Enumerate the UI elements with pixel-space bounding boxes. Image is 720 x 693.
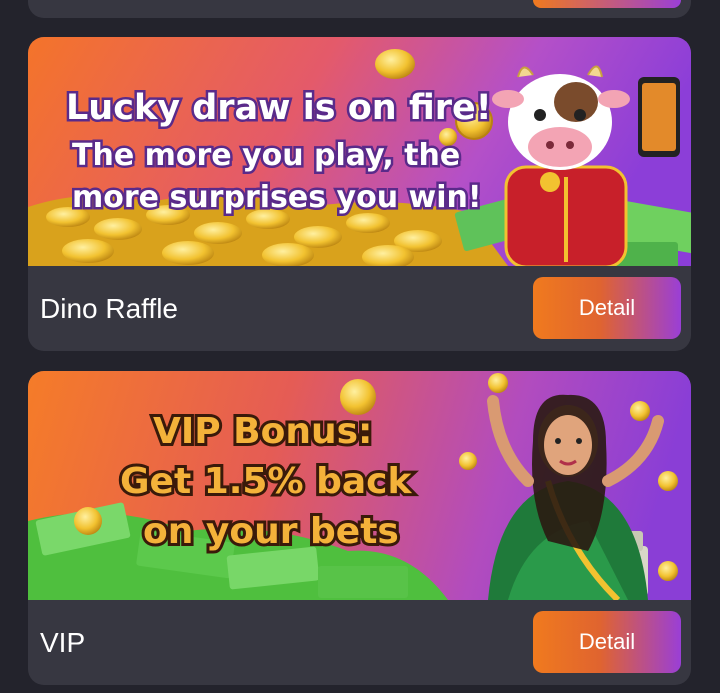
- banner-headline: VIP Bonus:: [153, 411, 372, 452]
- banner-subline-2: more surprises you win!: [72, 180, 482, 215]
- banner-subline-1: The more you play, the: [72, 138, 460, 173]
- promotion-banner-dino-raffle[interactable]: Lucky draw is on fire! The more you play…: [28, 37, 691, 266]
- promotion-card-dino-raffle: Lucky draw is on fire! The more you play…: [28, 37, 691, 351]
- detail-button[interactable]: Detail: [533, 611, 681, 673]
- detail-button-partial[interactable]: [533, 0, 681, 8]
- promotion-card-partial: [28, 0, 691, 18]
- detail-button[interactable]: Detail: [533, 277, 681, 339]
- promotion-title: VIP: [40, 627, 86, 658]
- banner-headline: Lucky draw is on fire!: [66, 88, 492, 128]
- banner-subline-2: on your bets: [143, 511, 399, 552]
- banner-subline-1: Get 1.5% back: [120, 461, 412, 502]
- promotion-card-vip: VIP Bonus: Get 1.5% back on your bets VI…: [28, 371, 691, 685]
- promotion-title: Dino Raffle: [40, 293, 179, 324]
- promotion-banner-vip[interactable]: VIP Bonus: Get 1.5% back on your bets: [28, 371, 691, 600]
